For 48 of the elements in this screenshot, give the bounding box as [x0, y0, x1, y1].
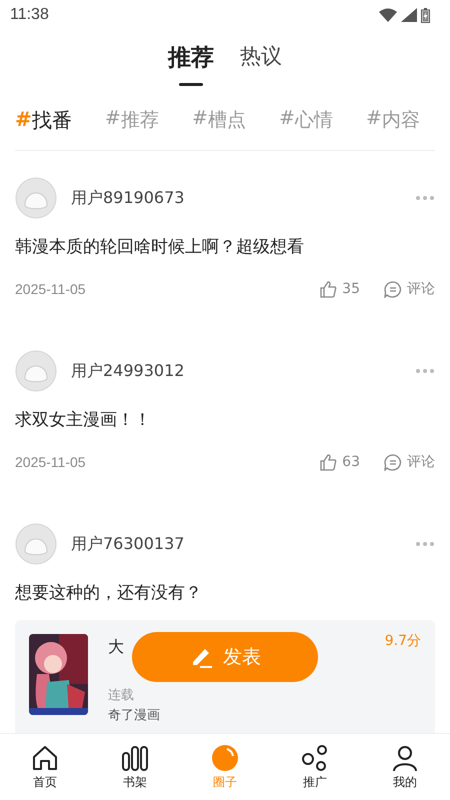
home-icon — [31, 744, 59, 772]
more-icon[interactable] — [415, 368, 435, 374]
book-score: 9.7分 — [384, 632, 421, 651]
wifi-icon — [379, 8, 397, 22]
comment-button[interactable]: 评论 — [384, 280, 435, 298]
comment-icon — [384, 454, 402, 470]
topic-tag[interactable]: #心情 — [278, 107, 333, 133]
thumbs-up-icon — [320, 454, 338, 470]
like-button[interactable]: 35 — [320, 280, 360, 298]
like-button[interactable]: 63 — [320, 454, 360, 470]
circle-icon — [211, 744, 239, 772]
user-name: 用户76300137 — [71, 534, 186, 554]
post-text: 韩漫本质的轮回啥时候上啊？超级想看 — [15, 236, 305, 258]
post-date: 2025-11-05 — [15, 281, 87, 297]
user-name: 用户24993012 — [71, 360, 186, 382]
post-text: 求双女主漫画！！ — [15, 409, 152, 431]
topic-tag[interactable]: #推荐 — [104, 107, 159, 133]
comment-button[interactable]: 评论 — [384, 453, 435, 471]
nav-tab[interactable]: 首页 — [10, 744, 80, 790]
book-source: 奇了漫画 — [108, 708, 160, 724]
nav-tab[interactable]: 书架 — [100, 744, 170, 790]
bars-icon — [121, 744, 149, 772]
person-icon — [391, 744, 419, 772]
more-icon[interactable] — [415, 541, 435, 547]
more-icon[interactable] — [415, 195, 435, 201]
nav-tab[interactable]: 我的 — [370, 744, 440, 790]
nav-tab[interactable]: 圈子 — [190, 744, 260, 790]
avatar-icon — [15, 523, 57, 565]
thumbs-up-icon — [320, 280, 338, 298]
book-title: 大 — [108, 636, 124, 658]
topic-tag[interactable]: #槽点 — [192, 107, 246, 133]
topic-tag[interactable]: #找番 — [15, 106, 72, 134]
publish-button[interactable]: 发表 — [132, 632, 318, 682]
share-icon — [301, 744, 329, 772]
battery-icon — [421, 8, 430, 22]
tab[interactable]: 热议 — [240, 42, 282, 86]
avatar-icon — [15, 177, 57, 219]
topic-tag[interactable]: #内容 — [366, 107, 420, 133]
status-time: 11:38 — [10, 6, 49, 24]
user-name: 用户89190673 — [71, 188, 186, 208]
signal-icon — [401, 8, 417, 22]
post-text: 想要这种的，还有没有？ — [15, 582, 203, 604]
post-date: 2025-11-05 — [15, 454, 87, 470]
avatar-icon — [15, 350, 57, 392]
comment-icon — [384, 280, 402, 298]
nav-tab[interactable]: 推广 — [280, 744, 350, 790]
tab[interactable]: 推荐 — [168, 42, 214, 86]
book-status: 连载 — [108, 688, 134, 704]
